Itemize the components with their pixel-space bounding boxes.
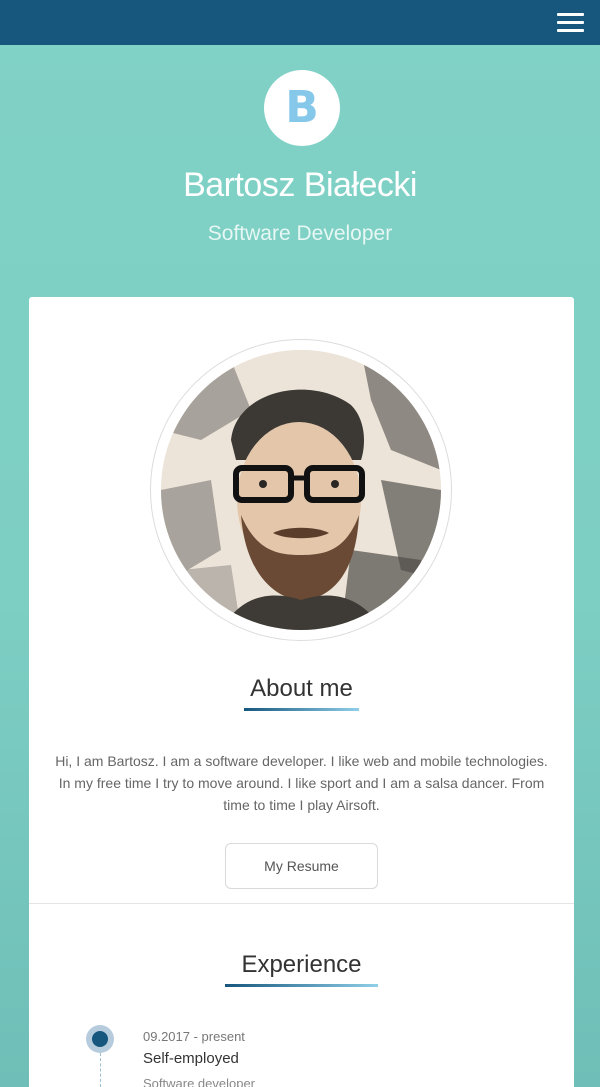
portrait-frame <box>150 339 452 641</box>
experience-title-underline <box>225 984 378 987</box>
hamburger-menu-icon[interactable] <box>557 13 584 33</box>
logo-badge: B <box>264 70 340 146</box>
my-resume-button[interactable]: My Resume <box>225 843 378 889</box>
about-title: About me <box>250 675 353 702</box>
job-company: Self-employed <box>143 1050 239 1067</box>
experience-title: Experience <box>241 951 362 978</box>
job-date: 09.2017 - present <box>143 1029 245 1044</box>
job-position: Software developer <box>143 1076 256 1087</box>
about-title-underline <box>244 708 359 711</box>
about-text: Hi, I am Bartosz. I am a software develo… <box>55 753 548 813</box>
section-divider <box>29 903 574 904</box>
portrait-sketch-image <box>161 350 441 630</box>
timeline-line <box>100 1053 101 1087</box>
profile-role: Software Developer <box>207 222 393 245</box>
portrait-image <box>161 350 441 630</box>
profile-name: Bartosz Białecki <box>183 166 417 204</box>
timeline-dot-icon <box>86 1025 114 1053</box>
top-navbar <box>0 0 600 45</box>
logo-letter: B <box>285 82 319 133</box>
profile-card: About me Hi, I am Bartosz. I am a softwa… <box>29 297 574 1087</box>
